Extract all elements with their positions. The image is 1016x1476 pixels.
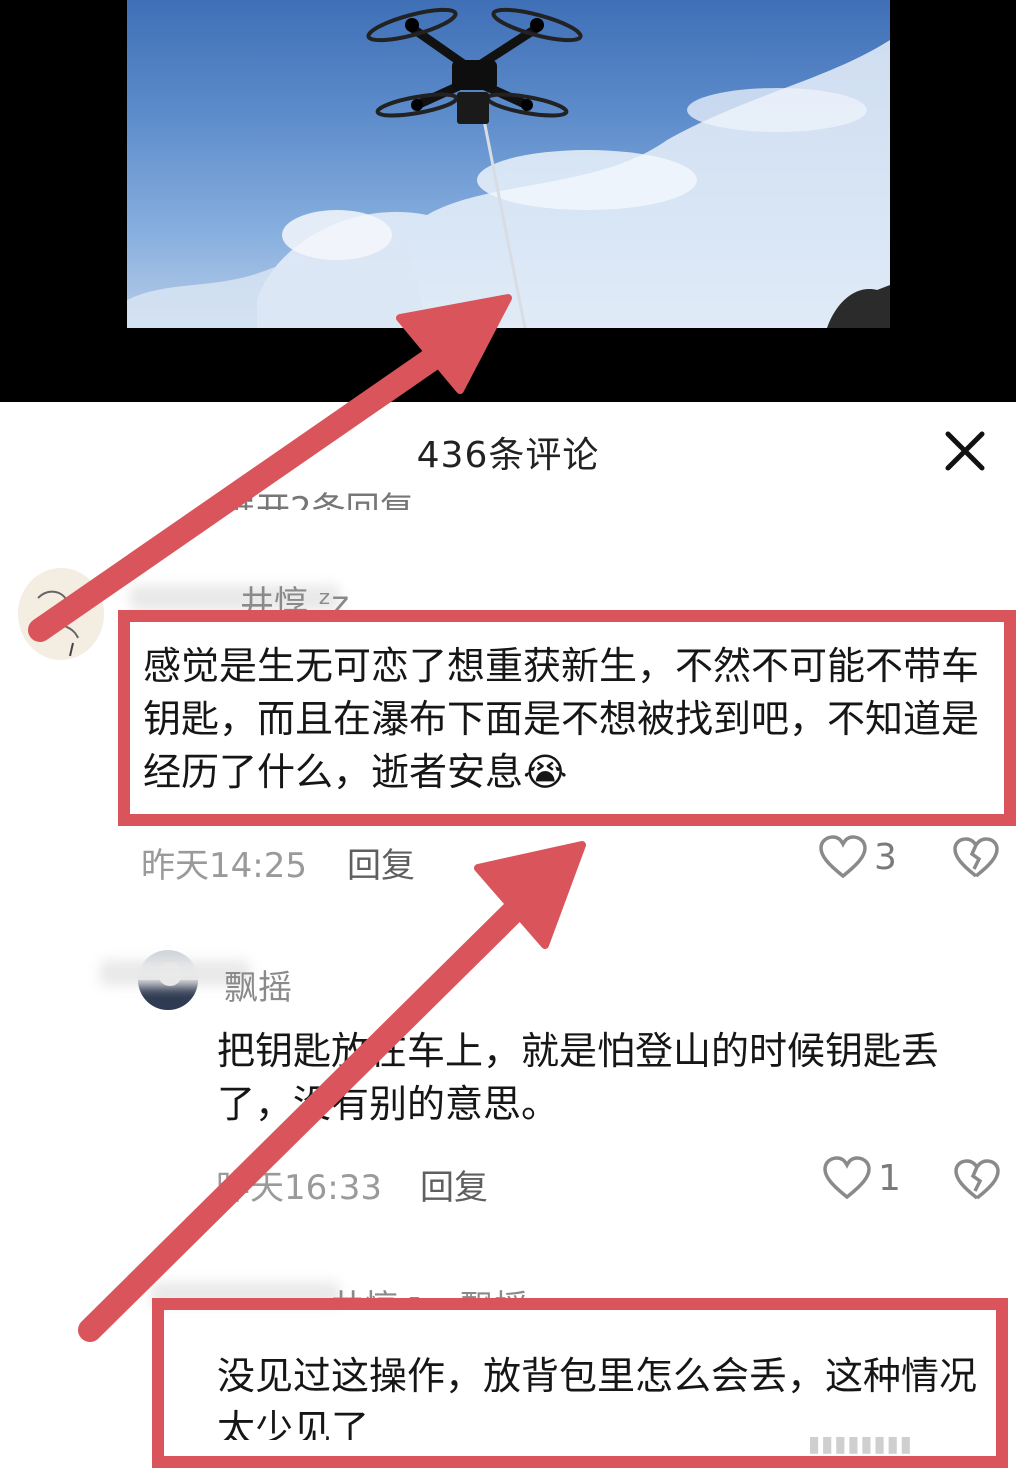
comment-text: 把钥匙放在车上，就是怕登山的时候钥匙丢了，没有别的意思。 [217,1029,940,1126]
comments-count-title: 436条评论 [416,435,600,476]
drone-scene-illustration [127,7,890,328]
like-button[interactable]: 1 [822,1155,901,1201]
broken-heart-icon [954,1159,1000,1200]
comment-timestamp: 昨天16:33 [216,1168,382,1208]
broken-heart-icon [953,837,999,878]
comment-timestamp: 昨天14:25 [141,846,307,886]
video-player[interactable] [0,0,1016,402]
expand-replies-link[interactable]: 展开2条回复 [222,482,414,510]
heart-icon [823,1156,871,1200]
close-icon [945,431,985,471]
like-count: 3 [874,836,897,878]
like-button[interactable]: 3 [818,834,897,880]
close-button[interactable] [940,426,990,476]
avatar-sketch-image [37,590,79,657]
watermark: ▮▮▮▮▮▮▮▮ [808,1432,913,1457]
like-count: 1 [878,1157,901,1199]
reply-button[interactable]: 回复 [420,1160,488,1209]
heart-icon [819,835,867,879]
dislike-button[interactable] [952,836,1000,884]
comment-username[interactable]: 飘摇 [224,960,292,1009]
annotation-box [118,610,1016,826]
reply-button[interactable]: 回复 [347,838,415,887]
video-frame-drone [127,0,890,328]
comment-username[interactable]: 井惇 ᶻz [240,576,349,612]
dislike-button[interactable] [953,1158,1001,1206]
avatar[interactable] [18,568,104,660]
